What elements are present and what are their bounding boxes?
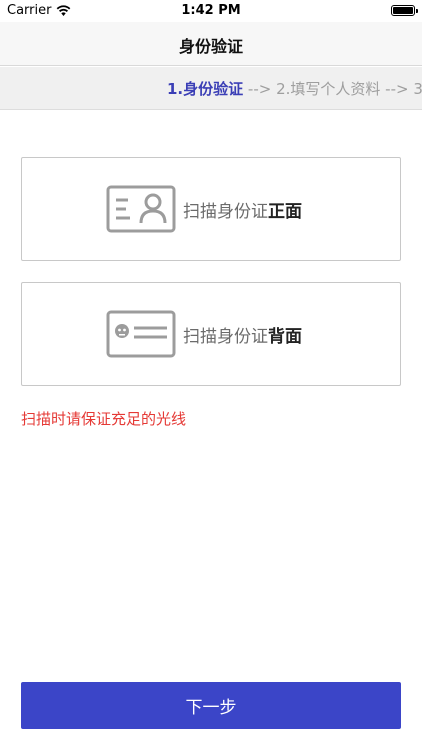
scan-front-label: 扫描身份证正面 (183, 197, 302, 222)
scan-id-front-button[interactable]: 扫描身份证正面 (21, 157, 401, 261)
scan-back-label: 扫描身份证背面 (183, 322, 302, 347)
battery-icon (391, 5, 418, 16)
step-2-label: 2.填写个人资料 (276, 80, 381, 98)
step-arrow-2: --> (380, 80, 414, 98)
id-card-back-icon (106, 310, 176, 358)
scan-front-emphasis: 正面 (268, 201, 302, 222)
status-time: 1:42 PM (181, 3, 241, 18)
scan-back-emphasis: 背面 (268, 326, 302, 347)
step-3-label: 3 (413, 80, 422, 98)
scan-id-back-button[interactable]: 扫描身份证背面 (21, 282, 401, 386)
page-title: 身份验证 (178, 37, 243, 56)
scan-front-prefix: 扫描身份证 (183, 201, 268, 222)
step-1-label: 1.身份验证 (167, 80, 244, 98)
id-card-front-icon (106, 185, 176, 233)
status-bar: Carrier 1:42 PM (0, 0, 422, 22)
scan-back-content: 扫描身份证背面 (106, 310, 302, 358)
scan-back-prefix: 扫描身份证 (183, 326, 268, 347)
navigation-bar: 身份验证 (0, 22, 422, 66)
step-progress-bar: 1.身份验证 --> 2.填写个人资料 --> 3 (0, 67, 422, 110)
battery-fill (393, 7, 413, 14)
step-arrow-1: --> (243, 80, 277, 98)
next-step-button[interactable]: 下一步 (21, 682, 401, 729)
lighting-hint: 扫描时请保证充足的光线 (21, 410, 187, 428)
steps: 1.身份验证 --> 2.填写个人资料 --> 3 (167, 78, 422, 99)
scan-front-content: 扫描身份证正面 (106, 185, 302, 233)
